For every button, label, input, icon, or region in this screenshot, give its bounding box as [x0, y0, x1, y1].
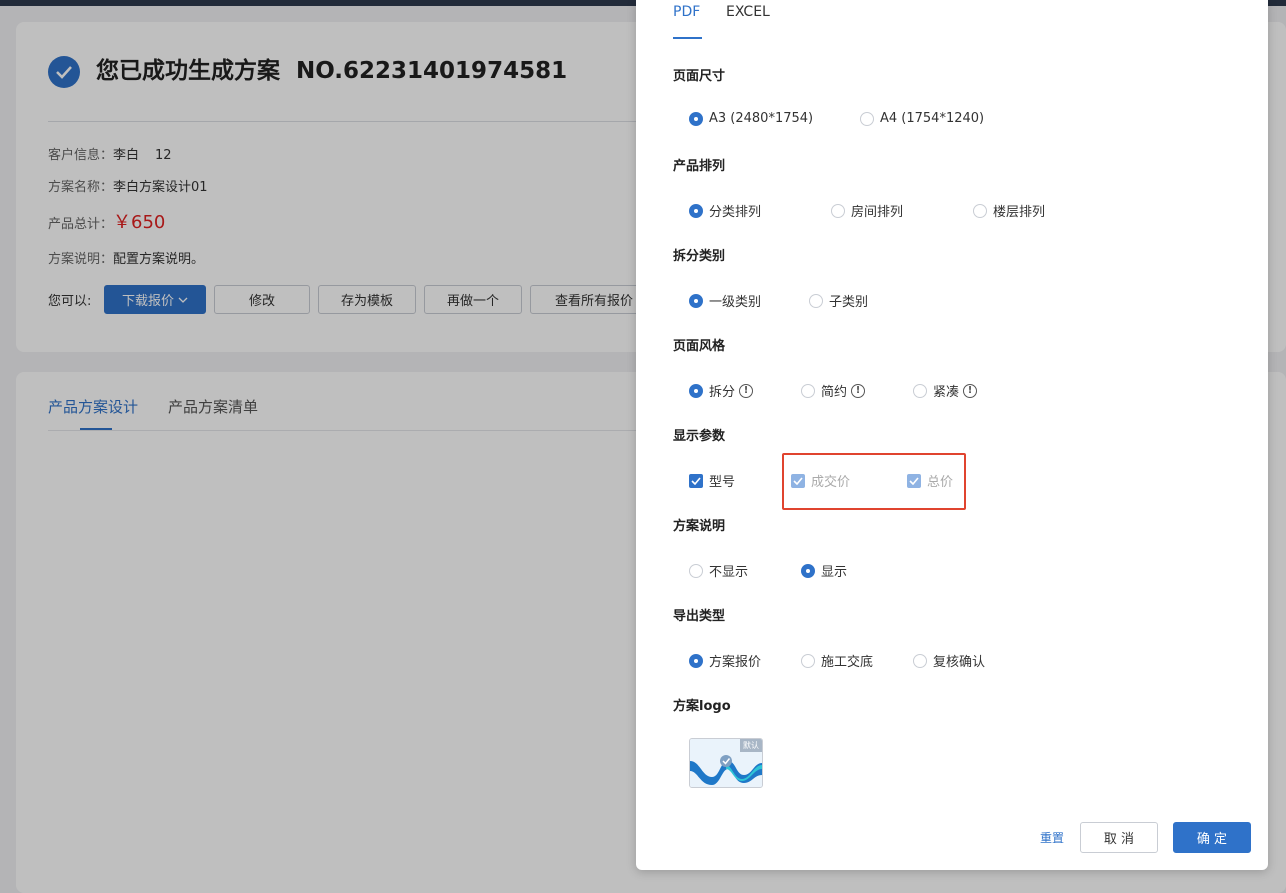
radio-split-style[interactable]: 拆分!	[689, 381, 754, 400]
active-tab-indicator	[673, 37, 702, 39]
checkbox-model-label: 型号	[709, 475, 736, 490]
radio-floor-arrange-label: 楼层排列	[993, 205, 1046, 220]
radio-subcategory-label: 子类别	[829, 295, 869, 310]
info-icon[interactable]: !	[739, 383, 754, 398]
radio-off-icon	[689, 563, 703, 578]
radio-a4[interactable]: A4 (1754*1240)	[860, 111, 984, 126]
confirm-button[interactable]: 确 定	[1173, 822, 1251, 853]
display-params-title: 显示参数	[673, 429, 726, 444]
radio-scheme-quote-label: 方案报价	[709, 655, 762, 670]
radio-review-label: 复核确认	[933, 655, 986, 670]
radio-scheme-quote[interactable]: 方案报价	[689, 651, 761, 670]
radio-on-icon	[689, 203, 703, 218]
scheme-logo[interactable]: 默认	[689, 738, 763, 788]
radio-construction[interactable]: 施工交底	[801, 651, 873, 670]
radio-floor-arrange[interactable]: 楼层排列	[973, 201, 1045, 220]
radio-simple-label: 简约	[821, 385, 848, 400]
radio-on-icon	[689, 653, 703, 668]
radio-show-desc[interactable]: 显示	[801, 561, 847, 580]
radio-simple-style[interactable]: 简约!	[801, 381, 866, 400]
radio-construction-label: 施工交底	[821, 655, 874, 670]
radio-compact-label: 紧凑	[933, 385, 960, 400]
radio-level1-label: 一级类别	[709, 295, 762, 310]
page-size-title: 页面尺寸	[673, 69, 726, 84]
radio-off-icon	[913, 383, 927, 398]
logo-title: 方案logo	[673, 699, 731, 714]
radio-on-icon	[689, 293, 703, 308]
reset-link[interactable]: 重置	[1040, 829, 1064, 846]
export-type-title: 导出类型	[673, 609, 726, 624]
radio-hide-label: 不显示	[709, 565, 749, 580]
radio-subcategory[interactable]: 子类别	[809, 291, 868, 310]
default-badge: 默认	[740, 739, 762, 752]
radio-off-icon	[913, 653, 927, 668]
radio-off-icon	[860, 111, 874, 126]
radio-room-arrange[interactable]: 房间排列	[831, 201, 903, 220]
info-icon[interactable]: !	[851, 383, 866, 398]
split-category-title: 拆分类别	[673, 249, 726, 264]
radio-review[interactable]: 复核确认	[913, 651, 985, 670]
download-settings-drawer: PDF EXCEL 页面尺寸 A3 (2480*1754) A4 (1754*1…	[636, 0, 1268, 870]
scheme-desc-title: 方案说明	[673, 519, 726, 534]
highlight-box	[782, 453, 966, 510]
radio-show-label: 显示	[821, 565, 848, 580]
radio-off-icon	[973, 203, 987, 218]
radio-on-icon	[689, 111, 703, 126]
radio-off-icon	[801, 653, 815, 668]
tab-excel[interactable]: EXCEL	[726, 4, 770, 20]
radio-split-label: 拆分	[709, 385, 736, 400]
radio-off-icon	[831, 203, 845, 218]
checkbox-checked-icon	[689, 473, 703, 488]
radio-hide-desc[interactable]: 不显示	[689, 561, 748, 580]
radio-a3[interactable]: A3 (2480*1754)	[689, 111, 813, 126]
radio-category-arrange-label: 分类排列	[709, 205, 762, 220]
info-icon[interactable]: !	[963, 383, 978, 398]
radio-on-icon	[801, 563, 815, 578]
checkbox-model[interactable]: 型号	[689, 471, 735, 490]
radio-off-icon	[809, 293, 823, 308]
radio-a3-label: A3 (2480*1754)	[709, 111, 814, 126]
radio-level1-category[interactable]: 一级类别	[689, 291, 761, 310]
page-style-title: 页面风格	[673, 339, 726, 354]
radio-category-arrange[interactable]: 分类排列	[689, 201, 761, 220]
radio-off-icon	[801, 383, 815, 398]
radio-on-icon	[689, 383, 703, 398]
cancel-button[interactable]: 取 消	[1080, 822, 1158, 853]
radio-a4-label: A4 (1754*1240)	[880, 111, 985, 126]
tab-pdf[interactable]: PDF	[673, 4, 700, 20]
radio-compact-style[interactable]: 紧凑!	[913, 381, 978, 400]
arrangement-title: 产品排列	[673, 159, 726, 174]
radio-room-arrange-label: 房间排列	[851, 205, 904, 220]
